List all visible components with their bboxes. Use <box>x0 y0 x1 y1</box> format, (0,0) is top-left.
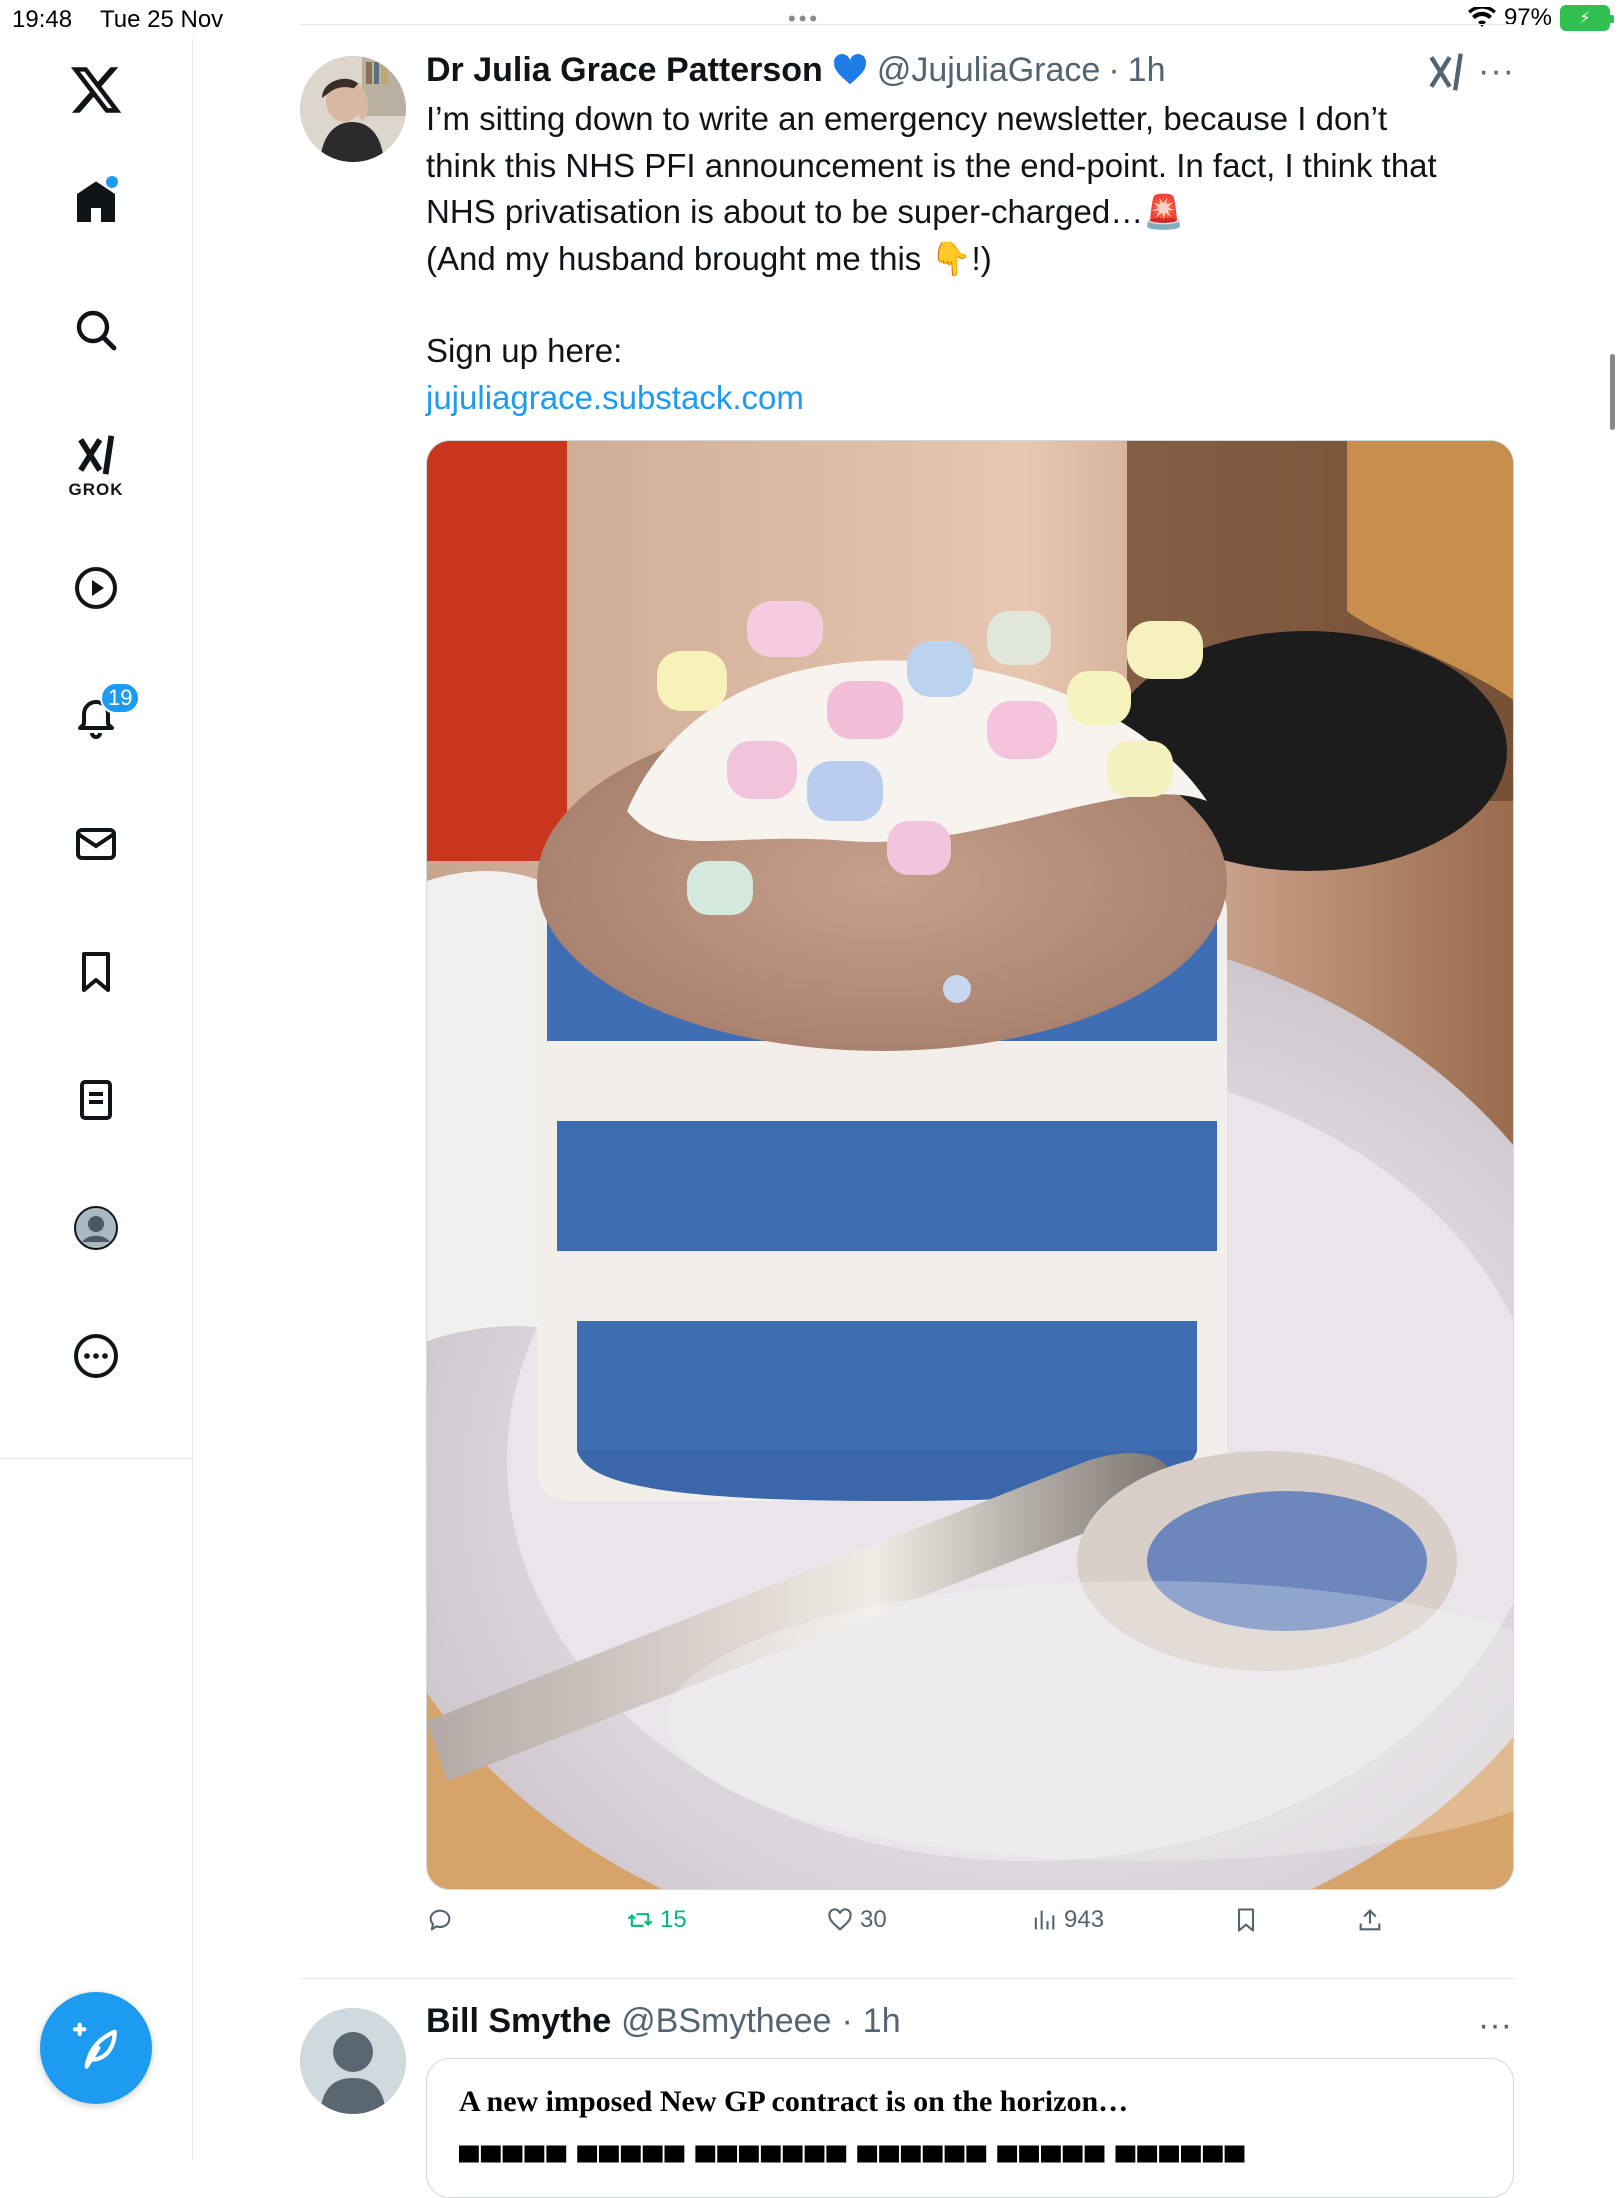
views-chart-icon <box>1034 1910 1055 1930</box>
status-bar: 19:48 Tue 25 Nov ••• 97% ⚡ <box>0 0 1620 38</box>
share-icon <box>1359 1909 1381 1931</box>
tweet2-avatar[interactable] <box>300 2008 406 2114</box>
tweet2-time[interactable]: 1h <box>863 2002 901 2041</box>
author-handle[interactable]: @JujuliaGrace <box>877 51 1101 90</box>
tweet-actions: 15 30 943 <box>426 1906 1526 1946</box>
avatar-icon <box>74 1206 118 1250</box>
grok-icon <box>78 435 115 475</box>
compose-feather-icon <box>72 2022 117 2069</box>
home-unread-dot <box>106 176 118 188</box>
sidebar-item-profile[interactable] <box>56 1188 136 1268</box>
sidebar-divider <box>0 1458 193 1459</box>
sidebar-item-bookmarks[interactable] <box>56 932 136 1012</box>
tweet-photo[interactable] <box>426 440 1514 1890</box>
tweet2-header: Bill Smythe @BSmytheee · 1h <box>426 2002 901 2041</box>
envelope-icon <box>76 828 116 860</box>
tweet-divider <box>300 1978 1516 1979</box>
substack-link[interactable]: jujuliagrace.substack.com <box>426 379 804 416</box>
sidebar-item-search[interactable] <box>56 290 136 370</box>
tweet-text-line-4: (And my husband brought me this 👇!) <box>426 236 1526 283</box>
status-date: Tue 25 Nov <box>100 6 224 33</box>
tweet2-image-card[interactable]: A new imposed New GP contract is on the … <box>426 2058 1514 2198</box>
tweet2-handle[interactable]: @BSmytheee <box>621 2002 831 2041</box>
sidebar: GROK 19 <box>0 38 193 2160</box>
header-separator: · <box>1108 50 1120 89</box>
tweet-text-line-3: NHS privatisation is about to be super-c… <box>426 189 1526 236</box>
siren-emoji: 🚨 <box>1143 193 1185 230</box>
tweet-text-line-2: think this NHS PFI announcement is the e… <box>426 146 1437 184</box>
reply-button[interactable] <box>426 1906 460 1934</box>
tweet-text-line-1: I’m sitting down to write an emergency n… <box>426 100 1388 137</box>
like-button[interactable]: 30 <box>826 1906 887 1934</box>
bookmark-button[interactable] <box>1232 1906 1260 1934</box>
tweet2-card-title: A new imposed New GP contract is on the … <box>459 2085 1129 2118</box>
play-icon <box>75 567 117 609</box>
bookmark-icon <box>1237 1908 1255 1932</box>
sidebar-item-home[interactable] <box>56 162 136 242</box>
tweet-body: I’m sitting down to write an emergency n… <box>426 96 1526 421</box>
bookmark-icon <box>82 952 110 992</box>
notification-badge: 19 <box>100 682 141 714</box>
pointing-down-emoji: 👇 <box>930 239 972 277</box>
grok-label: GROK <box>68 480 124 499</box>
blue-heart-icon <box>833 54 866 85</box>
tweet2-more-icon[interactable]: ··· <box>1478 2006 1512 2045</box>
tweet-text-line-4-text: (And my husband brought me this <box>426 239 922 277</box>
signup-text: Sign up here: <box>426 332 623 369</box>
multitask-dots[interactable]: ••• <box>788 6 820 32</box>
sidebar-item-notifications[interactable]: 19 <box>56 676 141 756</box>
scrollbar-thumb[interactable] <box>1610 354 1615 430</box>
timeline-top-rule <box>300 24 1516 25</box>
tweet-text-line-4-end: !) <box>971 239 992 277</box>
reply-icon <box>429 1909 451 1931</box>
tweet-time[interactable]: 1h <box>1128 51 1166 90</box>
tweet2-card-cutoff-text: ▀▀▀▀▀ ▀▀▀▀▀ ▀▀▀▀▀▀▀ ▀▀▀▀▀▀ ▀▀▀▀▀ ▀▀▀▀▀▀ <box>459 2147 1247 2178</box>
ellipsis-circle-icon <box>74 1334 118 1378</box>
compose-button[interactable] <box>40 1992 152 2104</box>
sidebar-item-messages[interactable] <box>56 804 136 884</box>
sidebar-item-grok[interactable]: GROK <box>56 418 136 514</box>
tweet-text-line-3-text: NHS privatisation is about to be super-c… <box>426 193 1144 230</box>
author-avatar[interactable] <box>300 56 406 162</box>
views-button[interactable]: 943 <box>1030 1906 1104 1934</box>
grok-explain-icon[interactable] <box>1424 50 1468 94</box>
retweet-button[interactable]: 15 <box>626 1906 687 1934</box>
document-icon <box>80 1080 112 1120</box>
sidebar-item-articles[interactable] <box>56 1060 136 1140</box>
like-count: 30 <box>860 1906 887 1933</box>
tweet-more-icon[interactable]: ··· <box>1478 52 1515 91</box>
battery-icon: ⚡ <box>1560 5 1614 31</box>
retweet-icon <box>627 1913 653 1927</box>
x-logo-icon[interactable] <box>56 50 136 130</box>
status-time: 19:48 <box>12 6 73 33</box>
heart-icon <box>828 1908 852 1931</box>
share-button[interactable] <box>1356 1906 1384 1934</box>
tweet2-display-name[interactable]: Bill Smythe <box>426 2002 611 2041</box>
status-right: 97% ⚡ <box>1467 4 1614 32</box>
sidebar-item-video[interactable] <box>56 548 136 628</box>
tweet2-separator: · <box>841 2002 853 2040</box>
wifi-icon <box>1467 7 1496 27</box>
search-icon <box>76 310 117 351</box>
views-count: 943 <box>1064 1906 1105 1933</box>
author-display-name[interactable]: Dr Julia Grace Patterson <box>426 51 823 90</box>
retweet-count: 15 <box>660 1906 687 1933</box>
battery-percent: 97% <box>1503 4 1552 31</box>
sidebar-item-more[interactable] <box>56 1316 136 1396</box>
tweet-header: Dr Julia Grace Patterson @JujuliaGrace ·… <box>426 48 1165 92</box>
